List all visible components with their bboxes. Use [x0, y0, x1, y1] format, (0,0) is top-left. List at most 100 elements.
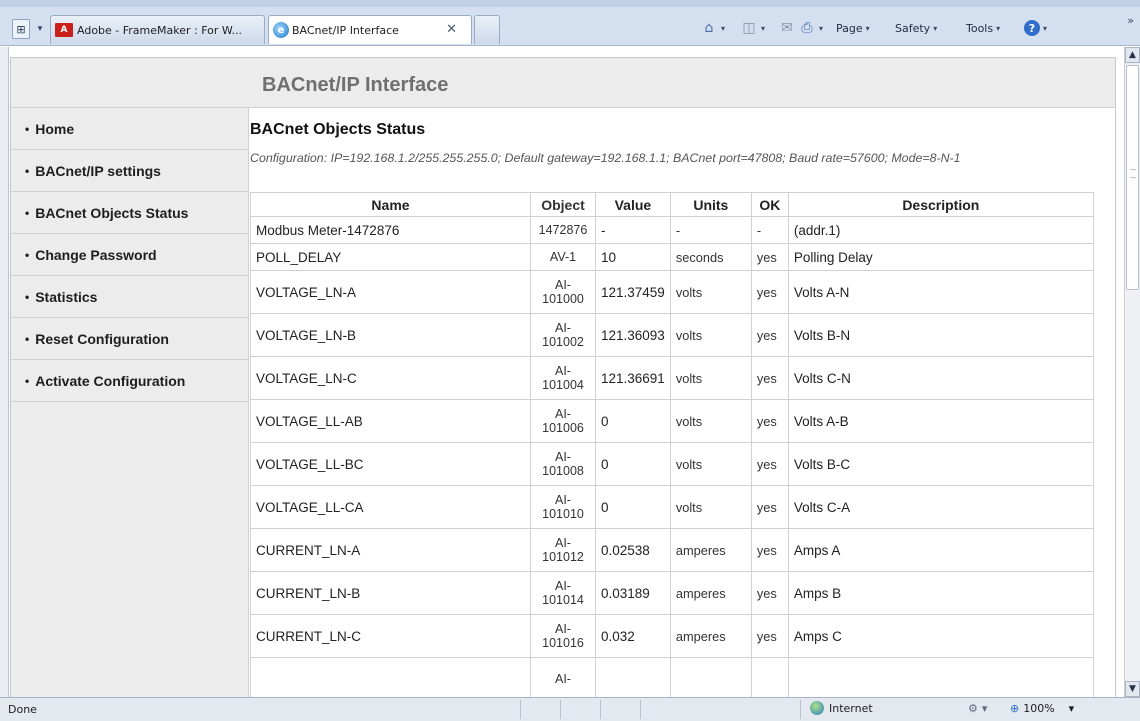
safety-menu[interactable]: Safety ▾	[895, 19, 937, 37]
scroll-up-button[interactable]: ▲	[1125, 47, 1140, 63]
cell-ok: -	[750, 216, 789, 244]
page-menu-label: Page	[836, 21, 863, 35]
bullet-icon: •	[25, 289, 30, 304]
cell-object: AI- 101008	[530, 442, 596, 486]
cell-description: (addr.1)	[787, 216, 1094, 244]
cell-value: 121.36093	[595, 313, 671, 357]
cell-name: VOLTAGE_LN-B	[250, 313, 531, 357]
cell-ok: yes	[750, 485, 789, 529]
toolbar-overflow-icon[interactable]: »	[1127, 14, 1134, 27]
cell-units: volts	[669, 485, 752, 529]
cell-description: Volts B-C	[787, 442, 1094, 486]
status-pane-divider	[640, 700, 641, 719]
new-tab-button[interactable]	[474, 15, 500, 44]
zoom-control[interactable]: ⊕ 100% ▾	[1010, 702, 1074, 715]
cell-units: volts	[669, 270, 752, 314]
cell-value: 0.03189	[595, 571, 671, 615]
bullet-icon: •	[25, 373, 30, 388]
tools-menu[interactable]: Tools ▾	[966, 19, 1000, 37]
home-button[interactable]: ⌂ ▾	[700, 19, 725, 37]
cell-description: Polling Delay	[787, 243, 1094, 271]
chevron-down-icon: ▾	[933, 23, 938, 33]
feeds-button[interactable]: ◫ ▾	[740, 19, 765, 37]
zoom-level: 100%	[1023, 702, 1055, 715]
cell-name: CURRENT_LN-A	[250, 528, 531, 572]
safety-menu-label: Safety	[895, 21, 931, 35]
cell-description: Volts C-A	[787, 485, 1094, 529]
cell-description: Volts C-N	[787, 356, 1094, 400]
column-header-ok: OK	[750, 192, 789, 217]
page-header: BACnet/IP Interface	[11, 58, 1115, 108]
chevron-down-icon: ▾	[761, 23, 766, 33]
table-row: VOLTAGE_LN-C AI- 101004 121.36691 volts yes V…	[250, 356, 1094, 400]
table-row: POLL_DELAY AV-1 10 seconds yes Polling Delay	[250, 243, 1094, 271]
tab-adobe-framemaker[interactable]: A Adobe - FrameMaker : For W...	[50, 15, 265, 44]
sidebar-item-bacnet-ip-settings[interactable]: • BACnet/IP settings	[11, 150, 248, 192]
sidebar-item-change-password[interactable]: • Change Password	[11, 234, 248, 276]
print-icon: ⎙	[801, 20, 813, 36]
browser-status-bar: Done Internet ⚙ ▾ ⊕ 100% ▾	[0, 697, 1140, 721]
cell-description: Volts A-B	[787, 399, 1094, 443]
cell-name: VOLTAGE_LL-BC	[250, 442, 531, 486]
security-zone[interactable]: Internet	[810, 701, 873, 715]
adobe-pdf-icon: A	[55, 23, 73, 37]
cell-units: amperes	[669, 528, 752, 572]
cell-value: 121.36691	[595, 356, 671, 400]
cell-object: AI- 101016	[530, 614, 596, 658]
cell-description: Volts A-N	[787, 270, 1094, 314]
tab-list-dropdown-icon[interactable]: ▾	[34, 19, 46, 39]
cell-value: 0	[595, 399, 671, 443]
cell-ok: yes	[750, 270, 789, 314]
internet-zone-icon	[810, 701, 824, 715]
cell-name: VOLTAGE_LL-CA	[250, 485, 531, 529]
scroll-down-button[interactable]: ▼	[1125, 681, 1140, 697]
cell-value: 0.032	[595, 614, 671, 658]
column-header-units: Units	[669, 192, 752, 217]
print-button[interactable]: ⎙ ▾	[798, 19, 823, 37]
cell-object: 1472876	[530, 216, 596, 244]
cell-ok: yes	[750, 614, 789, 658]
cell-ok: yes	[750, 571, 789, 615]
cell-name: CURRENT_LN-B	[250, 571, 531, 615]
scrollbar-thumb[interactable]	[1126, 65, 1139, 290]
page-menu[interactable]: Page ▾	[836, 19, 870, 37]
chevron-down-icon: ▾	[1068, 702, 1075, 715]
cell-ok: yes	[750, 356, 789, 400]
cell-object: AI- 101012	[530, 528, 596, 572]
sidebar-item-statistics[interactable]: • Statistics	[11, 276, 248, 318]
cell-description: Volts B-N	[787, 313, 1094, 357]
quick-tabs-icon[interactable]: ⊞	[12, 19, 30, 39]
tab-label: BACnet/IP Interface	[292, 23, 399, 37]
vertical-scrollbar[interactable]: ▲ ▼	[1124, 47, 1140, 697]
cell-object: AI- 101006	[530, 399, 596, 443]
main-content: BACnet Objects Status Configuration: IP=…	[250, 119, 1095, 701]
read-mail-button[interactable]: ✉	[778, 19, 796, 37]
browser-command-bar: ⊞ ▾ A Adobe - FrameMaker : For W... e BA…	[0, 0, 1140, 46]
chevron-down-icon: ▾	[721, 23, 726, 33]
protected-mode-button[interactable]: ⚙ ▾	[968, 702, 987, 715]
table-row: AI-	[250, 657, 1094, 701]
sidebar-item-label: Change Password	[35, 246, 157, 263]
tab-bacnet-ip-interface[interactable]: e BACnet/IP Interface ✕	[268, 15, 472, 44]
column-header-value: Value	[595, 192, 671, 217]
bullet-icon: •	[25, 121, 30, 136]
chevron-down-icon: ▾	[981, 702, 988, 715]
tab-label: Adobe - FrameMaker : For W...	[77, 23, 243, 37]
column-header-name: Name	[250, 192, 531, 217]
sidebar-item-activate-configuration[interactable]: • Activate Configuration	[11, 360, 248, 402]
chevron-down-icon: ▾	[819, 23, 824, 33]
close-tab-icon[interactable]: ✕	[446, 22, 457, 37]
cell-value: 0	[595, 442, 671, 486]
cell-units: amperes	[669, 571, 752, 615]
sidebar-item-home[interactable]: • Home	[11, 108, 248, 150]
cell-units: volts	[669, 313, 752, 357]
bullet-icon: •	[25, 163, 30, 178]
cell-object: AI-	[530, 657, 596, 701]
sidebar-item-bacnet-objects-status[interactable]: • BACnet Objects Status	[11, 192, 248, 234]
cell-value: 121.37459	[595, 270, 671, 314]
sidebar-item-reset-configuration[interactable]: • Reset Configuration	[11, 318, 248, 360]
cell-object: AI- 101002	[530, 313, 596, 357]
help-button[interactable]: ? ▾	[1024, 19, 1047, 37]
cell-value: 10	[595, 243, 671, 271]
window-left-edge	[0, 47, 9, 697]
